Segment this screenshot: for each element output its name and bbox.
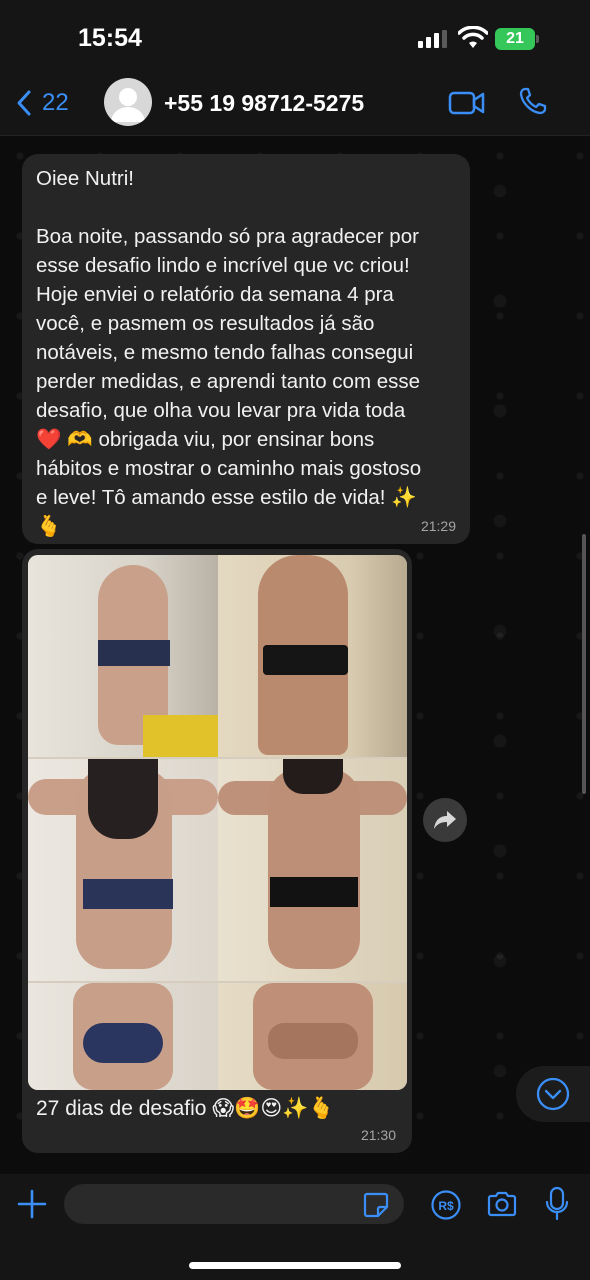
message-line: 🫰 — [36, 515, 62, 538]
wifi-icon — [458, 26, 488, 48]
sticker-icon[interactable] — [362, 1191, 390, 1219]
cellular-signal-icon — [418, 30, 447, 48]
message-bubble[interactable]: Oiee Nutri! Boa noite, passando só pra a… — [22, 154, 470, 544]
contact-name[interactable]: +55 19 98712-5275 — [164, 90, 364, 117]
scroll-to-bottom-button[interactable] — [516, 1066, 590, 1122]
progress-photo-collage[interactable] — [28, 555, 407, 1090]
photo-side-before — [28, 555, 218, 757]
video-call-icon[interactable] — [448, 90, 486, 116]
scrollbar[interactable] — [582, 534, 586, 794]
photo-back-after — [218, 759, 407, 981]
message-time: 21:29 — [420, 518, 456, 534]
photo-front-before — [28, 983, 218, 1090]
photo-side-after — [218, 555, 407, 757]
message-line: Oiee Nutri! — [36, 167, 134, 190]
forward-button[interactable] — [423, 798, 467, 842]
photo-message-bubble[interactable]: 27 dias de desafio 😱🤩😍✨🫰 21:30 — [22, 549, 412, 1153]
battery-indicator: 21 — [495, 28, 539, 50]
chevron-down-circle-icon — [536, 1077, 570, 1111]
chat-area[interactable]: Oiee Nutri! Boa noite, passando só pra a… — [0, 136, 590, 1174]
message-time: 21:30 — [360, 1127, 396, 1143]
microphone-icon[interactable] — [544, 1186, 570, 1222]
message-line-blank — [36, 193, 456, 222]
default-avatar-icon — [111, 88, 145, 122]
avatar[interactable] — [104, 78, 152, 126]
camera-icon[interactable] — [486, 1190, 518, 1218]
svg-text:R$: R$ — [438, 1199, 454, 1213]
input-bar: R$ — [0, 1174, 590, 1280]
message-line: hábitos e mostrar o caminho mais gostoso — [36, 457, 422, 480]
message-line: ❤️ 🫶 obrigada viu, por ensinar bons — [36, 428, 375, 451]
message-line: perder medidas, e aprendi tanto com esse — [36, 370, 421, 393]
back-button[interactable]: 22 — [16, 88, 69, 118]
photo-back-before — [28, 759, 218, 981]
unread-count: 22 — [42, 89, 69, 116]
status-bar: 15:54 21 — [0, 0, 590, 70]
message-line: notáveis, e mesmo tendo falhas consegui — [36, 341, 414, 364]
status-time: 15:54 — [78, 24, 142, 52]
chat-header: 22 +55 19 98712-5275 — [0, 70, 590, 136]
message-line: Boa noite, passando só pra agradecer por — [36, 225, 419, 248]
message-line: Hoje enviei o relatório da semana 4 pra — [36, 283, 394, 306]
chevron-left-icon — [17, 90, 31, 116]
photo-caption: 27 dias de desafio 😱🤩😍✨🫰 — [36, 1097, 335, 1120]
message-line: e leve! Tô amando esse estilo de vida! ✨ — [36, 486, 417, 509]
payment-icon[interactable]: R$ — [430, 1189, 462, 1221]
message-line: desafio, que olha vou levar pra vida tod… — [36, 399, 406, 422]
message-input[interactable] — [64, 1184, 404, 1224]
home-indicator — [189, 1262, 401, 1269]
message-line: você, e pasmem os resultados já são — [36, 312, 375, 335]
photo-front-after — [218, 983, 407, 1090]
plus-icon[interactable] — [16, 1188, 48, 1220]
phone-icon[interactable] — [518, 86, 548, 116]
message-line: esse desafio lindo e incrível que vc cri… — [36, 254, 410, 277]
forward-arrow-icon — [434, 811, 456, 829]
